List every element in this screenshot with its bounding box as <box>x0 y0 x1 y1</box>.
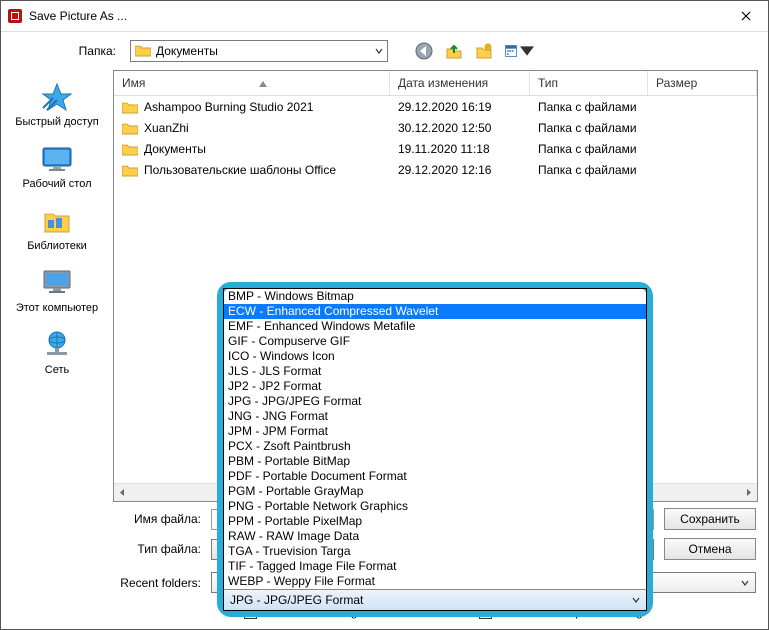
file-type: Папка с файлами <box>538 142 637 156</box>
filetype-label: Тип файла: <box>1 542 201 556</box>
format-option[interactable]: RAW - RAW Image Data <box>224 529 646 544</box>
folder-icon <box>122 121 138 135</box>
recent-label: Recent folders: <box>1 576 201 590</box>
column-header-name[interactable]: Имя <box>114 71 390 95</box>
place-network[interactable]: Сеть <box>1 328 113 376</box>
format-option[interactable]: JP2 - JP2 Format <box>224 379 646 394</box>
chevron-down-icon <box>375 44 383 58</box>
scroll-right-icon[interactable] <box>740 484 757 501</box>
folder-icon <box>122 163 138 177</box>
format-option[interactable]: JPG - JPG/JPEG Format <box>224 394 646 409</box>
chevron-down-icon <box>520 42 534 60</box>
sort-ascending-icon <box>259 76 267 90</box>
button-label: Сохранить <box>680 512 740 526</box>
table-row[interactable]: Ashampoo Burning Studio 2021 29.12.2020 1… <box>114 96 757 117</box>
list-header: Имя Дата изменения Тип Размер <box>114 71 757 96</box>
column-header-size[interactable]: Размер <box>648 71 757 95</box>
filename-label: Имя файла: <box>1 512 201 526</box>
format-dropdown[interactable]: BMP - Windows BitmapECW - Enhanced Compr… <box>217 282 653 617</box>
place-label: Сеть <box>45 364 69 376</box>
file-type: Папка с файлами <box>538 100 637 114</box>
file-type: Папка с файлами <box>538 163 637 177</box>
place-label: Быстрый доступ <box>15 116 99 128</box>
format-option[interactable]: TIF - Tagged Image File Format <box>224 559 646 574</box>
format-current-value: JPG - JPG/JPEG Format <box>230 593 363 607</box>
file-date: 29.12.2020 12:16 <box>398 163 491 177</box>
format-option[interactable]: BMP - Windows Bitmap <box>224 289 646 304</box>
format-option[interactable]: EMF - Enhanced Windows Metafile <box>224 319 646 334</box>
file-date: 19.11.2020 11:18 <box>398 142 490 156</box>
place-label: Библиотеки <box>27 240 87 252</box>
column-header-label: Имя <box>122 76 145 90</box>
file-date: 29.12.2020 16:19 <box>398 100 491 114</box>
titlebar: Save Picture As ... <box>1 1 768 32</box>
button-label: Отмена <box>688 542 731 556</box>
format-option[interactable]: PGM - Portable GrayMap <box>224 484 646 499</box>
cancel-button[interactable]: Отмена <box>664 538 756 560</box>
table-row[interactable]: Пользовательские шаблоны Office 29.12.202… <box>114 159 757 180</box>
places-bar: Быстрый доступ Рабочий стол Библиотеки Э… <box>1 70 113 502</box>
window-title: Save Picture As ... <box>29 9 723 23</box>
file-name: Ashampoo Burning Studio 2021 <box>144 100 313 114</box>
format-option[interactable]: JLS - JLS Format <box>224 364 646 379</box>
folder-toolbar: Папка: Документы <box>1 32 768 70</box>
place-label: Этот компьютер <box>16 302 98 314</box>
save-button[interactable]: Сохранить <box>664 508 756 530</box>
folder-icon <box>122 142 138 156</box>
column-header-type[interactable]: Тип <box>530 71 648 95</box>
scroll-left-icon[interactable] <box>114 484 131 501</box>
views-button[interactable] <box>504 41 534 61</box>
place-this-pc[interactable]: Этот компьютер <box>1 266 113 314</box>
table-row[interactable]: Документы 19.11.2020 11:18 Папка с файлами <box>114 138 757 159</box>
format-dropdown-current[interactable]: JPG - JPG/JPEG Format <box>223 589 647 611</box>
folder-select-value: Документы <box>156 44 370 58</box>
column-header-label: Размер <box>656 76 697 90</box>
file-name: Пользовательские шаблоны Office <box>144 163 336 177</box>
place-desktop[interactable]: Рабочий стол <box>1 142 113 190</box>
chevron-down-icon <box>741 576 749 590</box>
format-option[interactable]: PCX - Zsoft Paintbrush <box>224 439 646 454</box>
place-label: Рабочий стол <box>22 178 91 190</box>
file-name: XuanZhi <box>144 121 189 135</box>
folder-icon <box>122 100 138 114</box>
toolbar-icons <box>414 41 534 61</box>
table-row[interactable]: XuanZhi 30.12.2020 12:50 Папка с файлами <box>114 117 757 138</box>
format-option[interactable]: GIF - Compuserve GIF <box>224 334 646 349</box>
app-icon <box>7 8 23 24</box>
close-button[interactable] <box>723 1 768 31</box>
folder-icon <box>135 43 151 60</box>
folder-select[interactable]: Документы <box>130 40 388 62</box>
format-option[interactable]: PNG - Portable Network Graphics <box>224 499 646 514</box>
format-option[interactable]: ECW - Enhanced Compressed Wavelet <box>224 304 646 319</box>
format-option[interactable]: PBM - Portable BitMap <box>224 454 646 469</box>
column-header-date[interactable]: Дата изменения <box>390 71 530 95</box>
place-quick-access[interactable]: Быстрый доступ <box>1 80 113 128</box>
save-picture-dialog: Save Picture As ... Папка: Документы <box>0 0 769 630</box>
column-header-label: Тип <box>538 76 558 90</box>
format-option[interactable]: ICO - Windows Icon <box>224 349 646 364</box>
up-folder-button[interactable] <box>444 41 464 61</box>
place-libraries[interactable]: Библиотеки <box>1 204 113 252</box>
format-option[interactable]: PPM - Portable PixelMap <box>224 514 646 529</box>
chevron-down-icon <box>632 593 640 607</box>
back-button[interactable] <box>414 41 434 61</box>
format-option[interactable]: PDF - Portable Document Format <box>224 469 646 484</box>
format-option[interactable]: WEBP - Weppy File Format <box>224 574 646 589</box>
file-type: Папка с файлами <box>538 121 637 135</box>
file-date: 30.12.2020 12:50 <box>398 121 491 135</box>
new-folder-button[interactable] <box>474 41 494 61</box>
folder-label: Папка: <box>1 44 122 58</box>
format-option[interactable]: JNG - JNG Format <box>224 409 646 424</box>
format-option[interactable]: JPM - JPM Format <box>224 424 646 439</box>
column-header-label: Дата изменения <box>398 76 488 90</box>
format-option[interactable]: TGA - Truevision Targa <box>224 544 646 559</box>
file-name: Документы <box>144 142 206 156</box>
